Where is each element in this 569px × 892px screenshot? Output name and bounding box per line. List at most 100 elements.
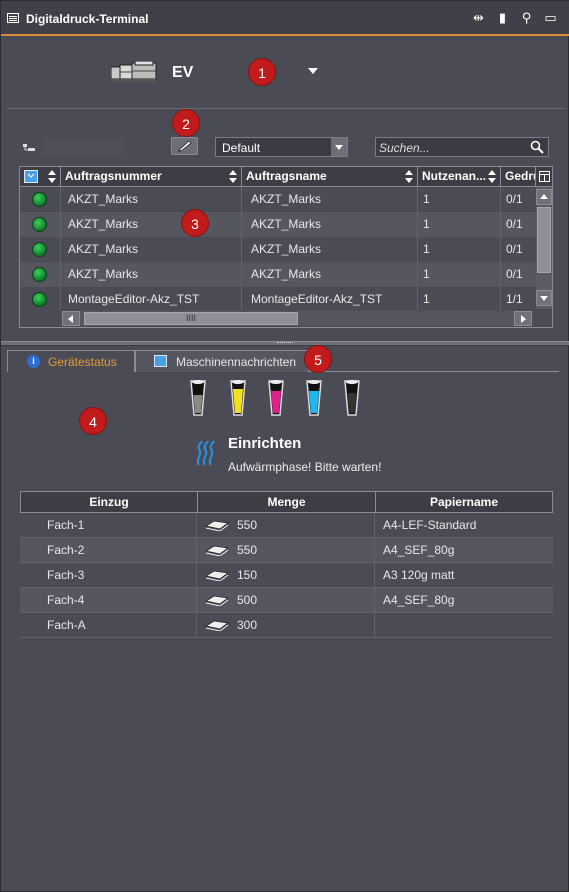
job-number-cell: MontageEditor-Akz_TST [61,287,242,312]
tray-cell: Fach-A [20,613,197,638]
column-header-printed[interactable]: Gedru [501,167,536,187]
app-window: Digitaldruck-Terminal ⇹ ▮ ⚲ ▭ EV 1 2 Def… [0,0,569,892]
tab-machine-messages[interactable]: Maschinennachrichten [135,350,309,372]
column-header-amount[interactable]: Menge [198,492,376,513]
printed-cell: 0/1 [506,192,523,206]
device-name[interactable]: EV [172,64,193,82]
callout-4: 4 [79,407,107,435]
column-header-nutzen[interactable]: Nutzenan... [418,167,501,187]
vertical-scrollbar[interactable] [536,187,552,309]
warmup-icon [196,440,215,466]
job-name-cell: MontageEditor-Akz_TST [242,287,418,312]
table-row[interactable]: Fach-A 300 [20,613,553,638]
column-chooser-button[interactable] [536,167,552,187]
scroll-left-icon[interactable] [62,311,80,326]
job-number-cell: AKZT_Marks [61,237,242,262]
search-input[interactable] [379,140,524,155]
scroll-up-icon[interactable] [536,189,552,205]
amount-cell: 150 [237,568,258,582]
printed-cell: 0/1 [506,242,523,256]
pen-icon [178,140,192,152]
toner-cyan-icon [306,380,322,416]
status-ok-icon [32,217,47,232]
device-dropdown-caret-icon[interactable] [308,68,318,74]
tab-label: Gerätestatus [48,355,117,369]
table-row[interactable]: AKZT_Marks AKZT_Marks 1 0/1 [20,212,536,237]
message-icon [154,355,167,367]
job-name-cell: AKZT_Marks [242,212,418,237]
paper-stack-icon [205,595,229,606]
table-row[interactable]: Fach-2 550 A4_SEF_80g [20,538,553,563]
chevron-down-icon[interactable] [331,138,347,156]
table-row[interactable]: AKZT_Marks AKZT_Marks 1 0/1 [20,237,536,262]
column-header-tray[interactable]: Einzug [21,492,198,513]
job-number-cell: AKZT_Marks [61,212,242,237]
info-icon: i [27,355,40,368]
column-header-job-number[interactable]: Auftragsnummer [61,167,242,187]
column-header-paper[interactable]: Papiername [376,492,552,513]
toner-gray-icon [190,380,206,416]
status-message: Aufwärmphase! Bitte warten! [228,460,382,474]
column-header-job-name[interactable]: Auftragsname [242,167,418,187]
paper-cell: A4_SEF_80g [383,543,455,557]
search-box[interactable] [375,137,549,157]
tab-bar: i Gerätestatus Maschinennachrichten [7,350,559,372]
sort-arrows-icon[interactable] [405,170,413,183]
scroll-thumb[interactable] [537,207,551,273]
callout-2: 2 [172,109,200,137]
table-row[interactable]: Fach-1 550 A4-LEF-Standard [20,513,553,538]
job-number-cell: AKZT_Marks [61,187,242,212]
table-row[interactable]: AKZT_Marks AKZT_Marks 1 0/1 [20,187,536,212]
message-icon [24,170,38,183]
sort-arrows-icon[interactable] [48,170,56,183]
job-name-cell: AKZT_Marks [242,187,418,212]
book-icon[interactable]: ▮ [495,10,510,25]
filter-field[interactable] [43,138,123,156]
toner-black-icon [344,380,360,416]
job-table: Auftragsnummer Auftragsname Nutzenan... … [19,166,553,328]
toner-levels [189,379,369,419]
toner-magenta-icon [268,380,284,416]
scroll-right-icon[interactable] [514,311,532,326]
status-ok-icon [32,292,47,307]
table-row[interactable]: MontageEditor-Akz_TST MontageEditor-Akz_… [20,287,536,312]
sort-arrows-icon[interactable] [488,170,496,183]
scroll-down-icon[interactable] [536,290,552,306]
tree-icon[interactable] [23,144,35,152]
callout-1: 1 [248,58,276,86]
callout-5: 5 [304,345,332,373]
amount-cell: 550 [237,543,258,557]
printed-cell: 0/1 [506,267,523,281]
tray-cell: Fach-4 [20,588,197,613]
nutzen-cell: 1 [418,237,501,262]
search-icon[interactable] [530,140,544,154]
paper-stack-icon [205,570,229,581]
status-ok-icon [32,192,47,207]
pane-splitter[interactable] [1,341,569,346]
horizontal-scrollbar[interactable]: IIII [20,310,552,327]
scroll-thumb-horizontal[interactable]: IIII [84,312,298,325]
title-bar-tools: ⇹ ▮ ⚲ ▭ [471,10,558,25]
job-table-header: Auftragsnummer Auftragsname Nutzenan... … [20,167,552,187]
table-row[interactable]: AKZT_Marks AKZT_Marks 1 0/1 [20,262,536,287]
sort-arrows-icon[interactable] [229,170,237,183]
nutzen-cell: 1 [418,187,501,212]
magnifier-icon[interactable]: ⚲ [519,10,534,25]
table-row[interactable]: Fach-4 500 A4_SEF_80g [20,588,553,613]
tab-device-status[interactable]: i Gerätestatus [7,350,135,372]
amount-cell: 500 [237,593,258,607]
nutzen-cell: 1 [418,262,501,287]
open-window-icon[interactable]: ▭ [543,10,558,25]
status-ok-icon [32,242,47,257]
printed-cell: 1/1 [506,292,523,306]
window-title: Digitaldruck-Terminal [26,12,149,26]
paper-stack-icon [205,520,229,531]
splitter-grip-icon[interactable] [277,342,293,344]
table-row[interactable]: Fach-3 150 A3 120g matt [20,563,553,588]
divider [7,108,564,109]
status-column-header[interactable] [20,167,61,187]
pen-tool-button[interactable] [171,137,198,155]
amount-cell: 550 [237,518,258,532]
split-view-icon[interactable]: ⇹ [471,10,486,25]
queue-select[interactable]: Default [215,137,348,157]
